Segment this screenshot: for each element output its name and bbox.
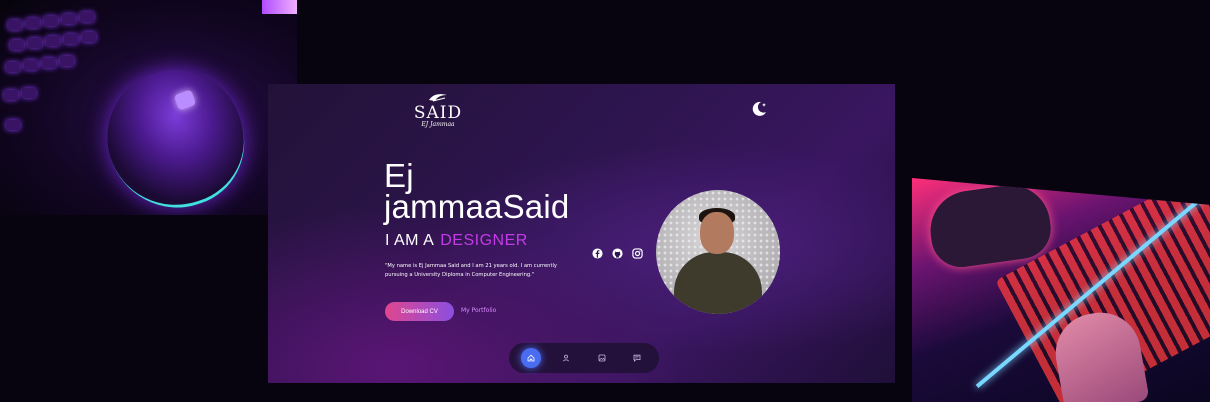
gaming-setup-photo	[912, 178, 1210, 402]
logo-text: SAID	[413, 103, 463, 123]
user-icon	[563, 354, 570, 362]
gallery-icon	[598, 354, 606, 362]
site-logo[interactable]: SAID EJ Jammaa	[408, 92, 468, 129]
nav-contact[interactable]	[627, 348, 647, 368]
gamepad-shape	[925, 180, 1055, 271]
mouse-shape	[89, 52, 262, 215]
hero-name-first: Ej	[384, 157, 414, 194]
download-cv-button[interactable]: Download CV	[385, 302, 454, 321]
moon-icon	[752, 101, 766, 116]
role-highlight: DESIGNER	[440, 232, 528, 249]
home-icon	[527, 354, 535, 362]
github-icon[interactable]	[612, 244, 623, 259]
social-links	[592, 244, 643, 259]
nav-portfolio[interactable]	[592, 348, 612, 368]
hero-name: Ej jammaaSaid	[384, 157, 570, 225]
facebook-icon[interactable]	[592, 244, 603, 259]
nav-home[interactable]	[520, 348, 541, 368]
hero-name-last: jammaaSaid	[384, 188, 570, 225]
keyboard-mouse-photo	[0, 0, 297, 215]
bottom-nav	[509, 343, 659, 373]
nav-about[interactable]	[556, 348, 576, 368]
message-icon	[633, 354, 641, 362]
my-portfolio-link[interactable]: My Portfolio	[461, 307, 496, 314]
portfolio-site: SAID EJ Jammaa Ej jammaaSaid I AM A DESIG…	[268, 84, 895, 383]
profile-photo	[656, 190, 780, 314]
hero-bio: "My name is Ej Jammaa Said and I am 21 y…	[385, 263, 557, 278]
role-prefix: I AM A	[385, 232, 435, 249]
dark-mode-toggle[interactable]	[750, 100, 768, 118]
hero-role: I AM A DESIGNER	[385, 232, 528, 250]
instagram-icon[interactable]	[632, 244, 643, 259]
light-strip	[262, 0, 297, 14]
